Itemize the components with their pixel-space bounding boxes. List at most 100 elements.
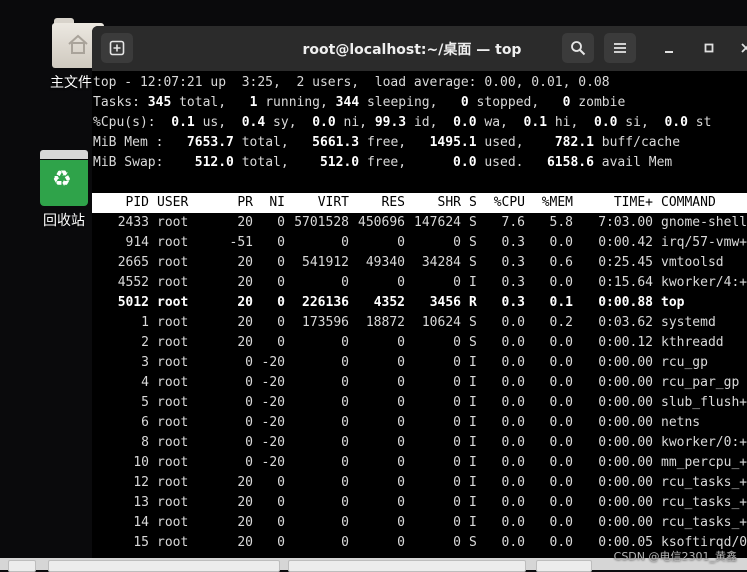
cell-state: S (469, 535, 477, 550)
cell-virt: 0 (341, 395, 349, 410)
cell-state: I (469, 395, 477, 410)
cell-user: root (157, 455, 189, 470)
cell-mem: 0.0 (549, 415, 573, 430)
cell-cpu: 0.0 (501, 535, 525, 550)
cell-time: 0:03.62 (598, 315, 653, 330)
cell-pid: 2 (141, 335, 149, 350)
process-row: 4 root 0 -20 0 0 0 I 0.0 0.0 0:00.00 rcu_par_gp (92, 373, 747, 393)
window-titlebar[interactable]: root@localhost:~/桌面 — top (92, 26, 747, 71)
cell-shr: 0 (453, 275, 461, 290)
cell-state: I (469, 435, 477, 450)
col-mem: %MEM (541, 195, 573, 210)
new-tab-button[interactable] (101, 33, 133, 63)
cell-pr: 20 (237, 495, 253, 510)
maximize-button[interactable] (699, 38, 719, 58)
terminal-output[interactable]: top - 12:07:21 up 3:25, 2 users, load av… (92, 71, 747, 570)
cell-ni: 0 (277, 495, 285, 510)
cell-user: root (157, 495, 189, 510)
menu-button[interactable] (604, 33, 636, 63)
cell-cpu: 0.0 (501, 335, 525, 350)
cell-pid: 5012 (117, 295, 149, 310)
cpu-line: %Cpu(s): 0.1 us, 0.4 sy, 0.0 ni, 99.3 id… (93, 115, 712, 130)
cell-res: 0 (397, 275, 405, 290)
process-row: 4552 root 20 0 0 0 0 I 0.3 0.0 0:15.64 kworker/4:+ (92, 273, 747, 293)
process-row: 2665 root 20 0 541912 49340 34284 S 0.3 0.6 0:25.4… (92, 253, 747, 273)
cell-time: 0:00.12 (598, 335, 653, 350)
cell-pid: 13 (133, 495, 149, 510)
close-button[interactable] (736, 38, 747, 58)
cell-ni: -20 (261, 415, 285, 430)
minimize-button[interactable] (659, 38, 679, 58)
cell-state: S (469, 255, 477, 270)
cell-pr: 20 (237, 515, 253, 530)
cell-virt: 0 (341, 515, 349, 530)
cell-pid: 4 (141, 375, 149, 390)
cell-res: 0 (397, 535, 405, 550)
cell-virt: 173596 (302, 315, 349, 330)
cell-state: I (469, 415, 477, 430)
taskbar-terminal-item[interactable] (288, 560, 526, 572)
cell-res: 18872 (365, 315, 405, 330)
cell-time: 0:00.00 (598, 495, 653, 510)
cell-mem: 0.6 (549, 255, 573, 270)
cell-user: root (157, 375, 189, 390)
cell-ni: 0 (277, 515, 285, 530)
cell-command: rcu_tasks_+ (661, 475, 747, 490)
cell-shr: 147624 (414, 215, 461, 230)
cell-state: S (469, 215, 477, 230)
cell-state: S (469, 235, 477, 250)
cell-pr: -51 (229, 235, 253, 250)
cell-user: root (157, 415, 189, 430)
cell-shr: 10624 (421, 315, 461, 330)
cell-ni: 0 (277, 275, 285, 290)
cell-res: 49340 (365, 255, 405, 270)
cell-mem: 0.0 (549, 275, 573, 290)
col-ni: NI (269, 195, 285, 210)
cell-state: R (469, 295, 477, 310)
cell-mem: 0.0 (549, 495, 573, 510)
cell-virt: 0 (341, 415, 349, 430)
cell-cpu: 0.0 (501, 355, 525, 370)
col-user: USER (157, 195, 189, 210)
cell-mem: 0.1 (549, 295, 573, 310)
cell-cpu: 0.3 (501, 255, 525, 270)
cell-user: root (157, 275, 189, 290)
cell-shr: 34284 (421, 255, 461, 270)
cell-cpu: 7.6 (501, 215, 525, 230)
cell-state: I (469, 375, 477, 390)
cell-state: S (469, 335, 477, 350)
cell-res: 0 (397, 515, 405, 530)
cell-command: rcu_tasks_+ (661, 515, 747, 530)
cell-pr: 20 (237, 335, 253, 350)
cell-cpu: 0.3 (501, 295, 525, 310)
cell-command: netns (661, 415, 701, 430)
cell-shr: 0 (453, 435, 461, 450)
cell-mem: 0.0 (549, 515, 573, 530)
cell-time: 0:00.00 (598, 355, 653, 370)
search-button[interactable] (562, 33, 594, 63)
cell-virt: 0 (341, 455, 349, 470)
process-row: 8 root 0 -20 0 0 0 I 0.0 0.0 0:00.00 kworker/0:+ (92, 433, 747, 453)
process-row: 12 root 20 0 0 0 0 I 0.0 0.0 0:00.00 rcu_tasks_+ (92, 473, 747, 493)
cell-command: gnome-shell (661, 215, 747, 230)
cell-cpu: 0.0 (501, 375, 525, 390)
cell-shr: 0 (453, 475, 461, 490)
hamburger-menu-icon (614, 43, 626, 53)
cell-pid: 6 (141, 415, 149, 430)
cell-mem: 5.8 (549, 215, 573, 230)
workspace-switcher[interactable] (536, 560, 592, 572)
show-desktop-button[interactable] (8, 560, 36, 572)
cell-cpu: 0.0 (501, 495, 525, 510)
cell-user: root (157, 355, 189, 370)
col-shr: SHR (437, 195, 461, 210)
cell-ni: -20 (261, 355, 285, 370)
process-row: 5 root 0 -20 0 0 0 I 0.0 0.0 0:00.00 slub_flush+ (92, 393, 747, 413)
cell-virt: 541912 (302, 255, 349, 270)
taskbar-window-item[interactable] (48, 560, 280, 572)
window-title: root@localhost:~/桌面 — top (302, 42, 522, 58)
cell-time: 0:00.00 (598, 415, 653, 430)
process-row: 6 root 0 -20 0 0 0 I 0.0 0.0 0:00.00 netns (92, 413, 747, 433)
cell-virt: 0 (341, 235, 349, 250)
col-pr: PR (237, 195, 253, 210)
cell-command: irq/57-vmw+ (661, 235, 747, 250)
